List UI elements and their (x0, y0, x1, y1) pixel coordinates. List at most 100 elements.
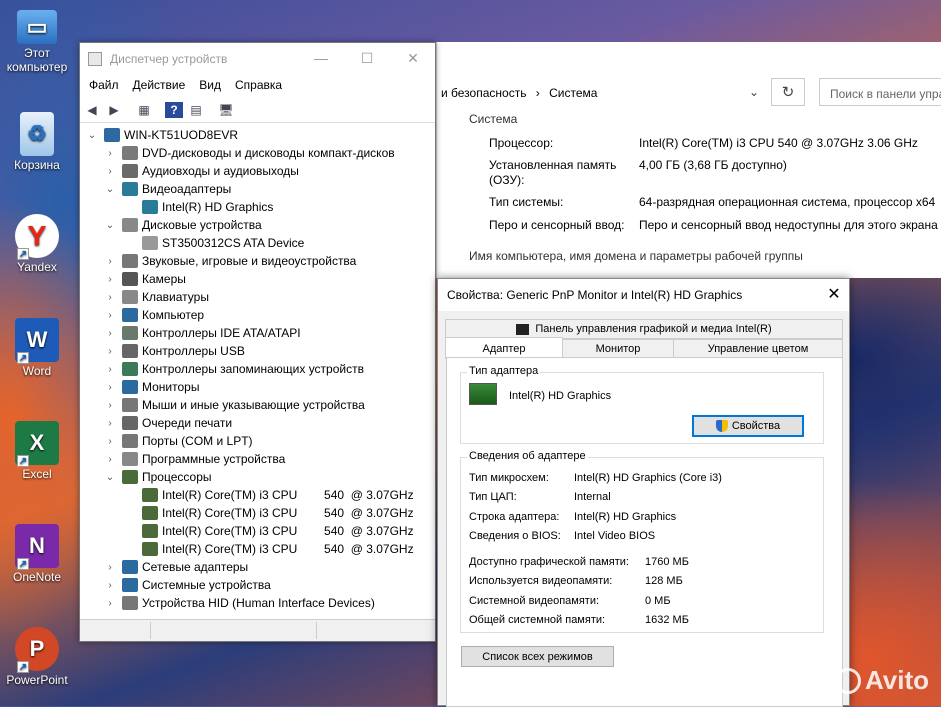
memory-label: Общей системной памяти: (469, 614, 606, 626)
scan-hardware-icon[interactable]: 🖥 (217, 102, 235, 118)
tab-intel-control-panel[interactable]: Панель управления графикой и медиа Intel… (445, 319, 843, 339)
tab-adapter[interactable]: Адаптер (445, 337, 563, 359)
expand-chevron-icon[interactable]: › (104, 364, 116, 375)
expand-chevron-icon[interactable]: › (104, 562, 116, 573)
device-icon (122, 272, 138, 286)
collapse-chevron-icon[interactable]: ⌄ (104, 184, 116, 195)
tree-node-label: Intel(R) Core(TM) i3 CPU 540 @ 3.07GHz (162, 542, 414, 556)
tree-node-label: Контроллеры IDE ATA/ATAPI (142, 326, 301, 340)
tree-category[interactable]: ⌄ Видеоадаптеры (104, 180, 231, 198)
tree-category[interactable]: › Порты (COM и LPT) (104, 432, 253, 450)
tree-category[interactable]: ⌄ Дисковые устройства (104, 216, 262, 234)
tree-category[interactable]: › Компьютер (104, 306, 204, 324)
expand-chevron-icon[interactable]: › (104, 310, 116, 321)
tree-node-label: Процессоры (142, 470, 212, 484)
close-icon[interactable]: ✕ (390, 43, 436, 73)
shortcut-arrow-icon: ↗ (17, 455, 29, 467)
expand-chevron-icon[interactable]: › (104, 346, 116, 357)
desktop-icon-powerpoint[interactable]: P ↗ PowerPoint (2, 627, 72, 687)
expand-chevron-icon[interactable]: › (104, 328, 116, 339)
tree-node-label: Intel(R) Core(TM) i3 CPU 540 @ 3.07GHz (162, 524, 414, 538)
collapse-chevron-icon[interactable]: ⌄ (86, 130, 98, 141)
breadcrumb-system[interactable]: Система (549, 86, 597, 100)
search-input[interactable]: Поиск в панели управления (819, 78, 941, 106)
address-dropdown-icon[interactable]: ⌄ (737, 78, 771, 106)
breadcrumb[interactable]: и безопасность › Система (441, 86, 597, 100)
tree-category[interactable]: › Устройства HID (Human Interface Devices… (104, 594, 375, 612)
tree-node-label: Мониторы (142, 380, 200, 394)
tree-device[interactable]: Intel(R) Core(TM) i3 CPU 540 @ 3.07GHz (124, 540, 414, 558)
tree-device[interactable]: Intel(R) Core(TM) i3 CPU 540 @ 3.07GHz (124, 522, 414, 540)
menu-file[interactable]: Файл (89, 75, 119, 97)
tab-color-management[interactable]: Управление цветом (673, 339, 843, 359)
expand-chevron-icon[interactable]: › (104, 274, 116, 285)
tree-category[interactable]: › Системные устройства (104, 576, 271, 594)
tree-device[interactable]: Intel(R) Core(TM) i3 CPU 540 @ 3.07GHz (124, 504, 414, 522)
back-arrow-icon[interactable]: ◀ (83, 102, 101, 118)
row-label: Тип системы: (489, 195, 564, 209)
excel-icon: X ↗ (15, 421, 59, 467)
tree-category[interactable]: › Контроллеры запоминающих устройств (104, 360, 364, 378)
menu-action[interactable]: Действие (133, 75, 186, 97)
address-bar[interactable]: и безопасность › Система ⌄ ↻ Поиск в пан… (437, 78, 941, 108)
desktop-icon-excel[interactable]: X ↗ Excel (2, 421, 72, 481)
tree-category[interactable]: › DVD-дисководы и дисководы компакт-диско… (104, 144, 395, 162)
tree-category[interactable]: › Сетевые адаптеры (104, 558, 248, 576)
collapse-chevron-icon[interactable]: ⌄ (104, 472, 116, 483)
tree-node-label: Порты (COM и LPT) (142, 434, 253, 448)
desktop-icon-yandex[interactable]: Y ↗ Yandex (2, 214, 72, 274)
tree-category[interactable]: › Клавиатуры (104, 288, 209, 306)
tree-category[interactable]: ⌄ Процессоры (104, 468, 212, 486)
expand-chevron-icon[interactable]: › (104, 400, 116, 411)
expand-chevron-icon[interactable]: › (104, 292, 116, 303)
tree-category[interactable]: › Контроллеры USB (104, 342, 245, 360)
tree-category[interactable]: › Мониторы (104, 378, 199, 396)
device-tree[interactable]: ⌄ WIN-KT51UOD8EVR › DVD-дисководы и диско… (80, 126, 435, 619)
details-view-icon[interactable]: ▤ (187, 102, 205, 118)
properties-view-icon[interactable]: ▦ (135, 102, 153, 118)
desktop-icon-onenote[interactable]: N ↗ OneNote (2, 524, 72, 584)
menu-view[interactable]: Вид (199, 75, 221, 97)
menu-help[interactable]: Справка (235, 75, 282, 97)
tree-category[interactable]: › Контроллеры IDE ATA/ATAPI (104, 324, 301, 342)
breadcrumb-security[interactable]: и безопасность (441, 86, 526, 100)
forward-arrow-icon[interactable]: ▶ (105, 102, 123, 118)
tab-monitor[interactable]: Монитор (562, 339, 674, 359)
close-icon[interactable]: ✕ (819, 279, 849, 309)
desktop-icon-this-pc[interactable]: ▭ Этот компьютер (2, 10, 72, 74)
tree-device[interactable]: Intel(R) HD Graphics (124, 198, 273, 216)
device-icon (122, 308, 138, 322)
expand-chevron-icon[interactable]: › (104, 382, 116, 393)
tree-category[interactable]: › Мыши и иные указывающие устройства (104, 396, 365, 414)
expand-chevron-icon[interactable]: › (104, 454, 116, 465)
expand-chevron-icon[interactable]: › (104, 256, 116, 267)
row-label: Перо и сенсорный ввод: (489, 218, 625, 232)
tree-root[interactable]: ⌄ WIN-KT51UOD8EVR (86, 126, 238, 144)
device-icon (122, 452, 138, 466)
expand-chevron-icon[interactable]: › (104, 436, 116, 447)
expand-chevron-icon[interactable]: › (104, 580, 116, 591)
tree-category[interactable]: › Аудиовходы и аудиовыходы (104, 162, 299, 180)
tree-category[interactable]: › Очереди печати (104, 414, 232, 432)
help-icon[interactable]: ? (165, 101, 183, 118)
minimize-icon[interactable]: — (298, 43, 344, 73)
expand-chevron-icon[interactable]: › (104, 148, 116, 159)
tree-node-label: Программные устройства (142, 452, 286, 466)
tree-category[interactable]: › Звуковые, игровые и видеоустройства (104, 252, 356, 270)
device-icon (142, 236, 158, 250)
maximize-icon[interactable]: ☐ (344, 43, 390, 73)
refresh-icon[interactable]: ↻ (771, 78, 805, 106)
desktop-icon-word[interactable]: W ↗ Word (2, 318, 72, 378)
tree-device[interactable]: ST3500312CS ATA Device (124, 234, 304, 252)
collapse-chevron-icon[interactable]: ⌄ (104, 220, 116, 231)
expand-chevron-icon[interactable]: › (104, 166, 116, 177)
tree-device[interactable]: Intel(R) Core(TM) i3 CPU 540 @ 3.07GHz (124, 486, 414, 504)
tree-category[interactable]: › Программные устройства (104, 450, 285, 468)
expand-chevron-icon[interactable]: › (104, 598, 116, 609)
properties-button[interactable]: Свойства (692, 415, 804, 437)
expand-chevron-icon[interactable]: › (104, 418, 116, 429)
info-label: Строка адаптера: (469, 511, 560, 523)
tree-category[interactable]: › Камеры (104, 270, 186, 288)
desktop-icon-recycle-bin[interactable]: ♻ Корзина (2, 112, 72, 172)
list-all-modes-button[interactable]: Список всех режимов (461, 646, 614, 667)
